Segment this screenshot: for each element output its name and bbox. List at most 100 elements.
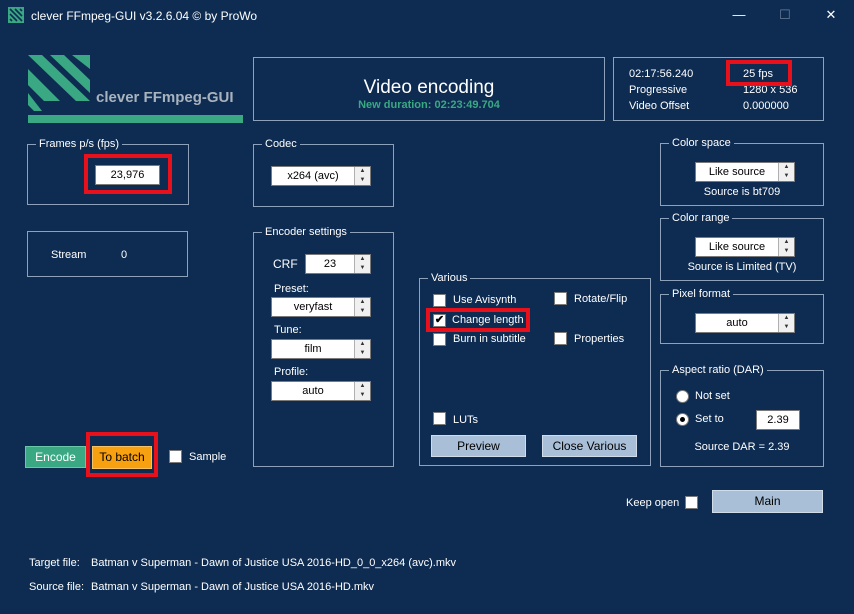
various-group-title: Various (428, 271, 471, 285)
pixel-format-title: Pixel format (669, 287, 734, 301)
color-space-source: Source is bt709 (703, 186, 781, 198)
main-button[interactable]: Main (712, 490, 823, 513)
logo: clever FFmpeg-GUI (28, 55, 246, 125)
close-button[interactable]: ✕ (808, 0, 854, 30)
pixel-format-select[interactable]: auto ▲ ▼ (695, 313, 795, 333)
spin-down-icon[interactable]: ▼ (355, 176, 370, 185)
source-duration: 02:17:56.240 (629, 68, 694, 80)
new-duration: New duration: 02:23:49.704 (358, 99, 500, 111)
tune-label: Tune: (274, 324, 302, 336)
preset-spinner[interactable]: ▲ ▼ (354, 298, 370, 316)
spin-down-icon[interactable]: ▼ (355, 349, 370, 358)
color-range-title: Color range (669, 211, 733, 225)
set-to-radio[interactable] (676, 413, 689, 426)
spin-up-icon[interactable]: ▲ (355, 255, 370, 264)
codec-value: x264 (avc) (287, 170, 339, 182)
color-space-title: Color space (669, 136, 734, 150)
preset-select[interactable]: veryfast ▲ ▼ (271, 297, 371, 317)
color-range-spinner[interactable]: ▲ ▼ (778, 238, 794, 256)
burn-subtitle-label: Burn in subtitle (453, 333, 526, 345)
spin-down-icon[interactable]: ▼ (355, 391, 370, 400)
color-space-spinner[interactable]: ▲ ▼ (778, 163, 794, 181)
stream-value: 0 (121, 249, 128, 261)
codec-spinner[interactable]: ▲ ▼ (354, 167, 370, 185)
tune-select[interactable]: film ▲ ▼ (271, 339, 371, 359)
profile-value: auto (302, 385, 324, 397)
header-title: Video encoding (363, 77, 495, 98)
spin-down-icon[interactable]: ▼ (779, 172, 794, 181)
pixel-format-spinner[interactable]: ▲ ▼ (778, 314, 794, 332)
spin-down-icon[interactable]: ▼ (355, 307, 370, 316)
encoder-settings-title: Encoder settings (262, 225, 350, 239)
title-bar[interactable]: clever FFmpeg-GUI v3.2.6.04 © by ProWo —… (0, 0, 854, 30)
tune-value: film (304, 343, 322, 355)
use-avisynth-checkbox[interactable] (433, 294, 446, 307)
target-file-value: Batman v Superman - Dawn of Justice USA … (91, 557, 456, 569)
preview-button[interactable]: Preview (431, 435, 526, 457)
spin-down-icon[interactable]: ▼ (779, 247, 794, 256)
logo-text: clever FFmpeg-GUI (96, 89, 234, 106)
use-avisynth-label: Use Avisynth (453, 294, 517, 306)
luts-label: LUTs (453, 414, 479, 426)
preset-value: veryfast (293, 301, 333, 313)
close-various-button[interactable]: Close Various (542, 435, 637, 457)
source-dar: Source DAR = 2.39 (694, 441, 790, 453)
spin-up-icon[interactable]: ▲ (355, 298, 370, 307)
sample-checkbox[interactable] (169, 450, 182, 463)
app-icon (8, 7, 24, 23)
spin-up-icon[interactable]: ▲ (779, 163, 794, 172)
scan-type: Progressive (629, 84, 688, 96)
aspect-ratio-title: Aspect ratio (DAR) (669, 363, 767, 377)
tune-spinner[interactable]: ▲ ▼ (354, 340, 370, 358)
color-range-source: Source is Limited (TV) (687, 261, 797, 273)
minimize-button[interactable]: — (716, 0, 762, 30)
spin-up-icon[interactable]: ▲ (779, 238, 794, 247)
spin-up-icon[interactable]: ▲ (355, 167, 370, 176)
maximize-button[interactable]: ☐ (762, 0, 808, 30)
keep-open-checkbox[interactable] (685, 496, 698, 509)
profile-label: Profile: (274, 366, 309, 378)
luts-checkbox[interactable] (433, 412, 446, 425)
color-range-value: Like source (708, 241, 766, 253)
codec-select[interactable]: x264 (avc) ▲ ▼ (271, 166, 371, 186)
keep-open-label: Keep open (626, 497, 680, 509)
color-space-value: Like source (708, 166, 766, 178)
burn-subtitle-checkbox[interactable] (433, 333, 446, 346)
fps-group-title: Frames p/s (fps) (36, 137, 123, 151)
not-set-radio[interactable] (676, 390, 689, 403)
pixel-format-value: auto (726, 317, 748, 329)
target-file-label: Target file: (29, 557, 80, 569)
profile-select[interactable]: auto ▲ ▼ (271, 381, 371, 401)
crf-spinner[interactable]: ▲ ▼ (354, 255, 370, 273)
set-to-label: Set to (695, 413, 724, 425)
crf-value: 23 (323, 258, 337, 270)
color-range-select[interactable]: Like source ▲ ▼ (695, 237, 795, 257)
encode-button[interactable]: Encode (25, 446, 86, 468)
spin-up-icon[interactable]: ▲ (355, 382, 370, 391)
video-offset-label: Video Offset (629, 100, 690, 112)
spin-down-icon[interactable]: ▼ (779, 323, 794, 332)
spin-up-icon[interactable]: ▲ (779, 314, 794, 323)
spin-down-icon[interactable]: ▼ (355, 264, 370, 273)
highlight-source-fps (726, 60, 792, 86)
properties-label: Properties (574, 333, 625, 345)
rotate-flip-checkbox[interactable] (554, 292, 567, 305)
properties-checkbox[interactable] (554, 332, 567, 345)
video-offset-value: 0.000000 (743, 100, 789, 112)
profile-spinner[interactable]: ▲ ▼ (354, 382, 370, 400)
highlight-fps-input (84, 154, 172, 194)
info-panel: 02:17:56.240 25 fps Progressive 1280 x 5… (613, 57, 824, 121)
spin-up-icon[interactable]: ▲ (355, 340, 370, 349)
color-space-select[interactable]: Like source ▲ ▼ (695, 162, 795, 182)
highlight-change-length (426, 308, 530, 332)
stream-label: Stream (51, 249, 87, 261)
crf-stepper[interactable]: 23 ▲ ▼ (305, 254, 371, 274)
not-set-label: Not set (695, 390, 730, 402)
window-title: clever FFmpeg-GUI v3.2.6.04 © by ProWo (31, 9, 258, 23)
rotate-flip-label: Rotate/Flip (574, 293, 628, 305)
aspect-ratio-input[interactable]: 2.39 (756, 410, 800, 430)
source-file-label: Source file: (29, 581, 85, 593)
stream-group: Stream 0 (27, 231, 188, 277)
highlight-to-batch (86, 432, 158, 477)
codec-group-title: Codec (262, 137, 300, 151)
